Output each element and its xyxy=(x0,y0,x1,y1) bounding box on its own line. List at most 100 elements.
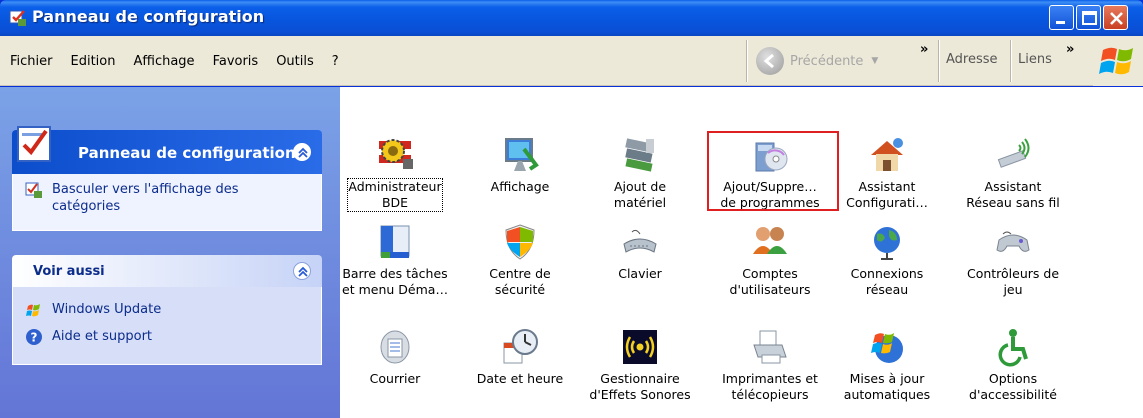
item-assistant-configuration[interactable]: Assistant Configurati… xyxy=(827,131,947,219)
item-administrateur-bde[interactable]: Administrateur BDE xyxy=(335,131,455,219)
windows-logo xyxy=(1093,36,1143,86)
keyboard-icon xyxy=(623,229,657,253)
item-label: Assistant Configurati… xyxy=(846,179,928,210)
close-icon xyxy=(1110,12,1123,25)
item-barre-des-taches[interactable]: Barre des tâches et menu Déma… xyxy=(335,218,455,306)
wireless-network-icon xyxy=(997,138,1030,168)
back-arrow-icon xyxy=(756,47,784,75)
toolbar-separator xyxy=(938,40,940,82)
task-pane: Panneau de configuration Basculer vers l… xyxy=(0,87,340,418)
taskbar-start-menu-icon xyxy=(380,225,410,258)
back-dropdown-icon[interactable]: ▼ xyxy=(871,56,878,66)
item-label: Contrôleurs de jeu xyxy=(966,266,1060,297)
see-also-box: Voir aussi Windows Update ? Aide et supp… xyxy=(12,255,322,375)
item-controleurs-de-jeu[interactable]: Contrôleurs de jeu xyxy=(953,218,1073,306)
item-date-et-heure[interactable]: Date et heure xyxy=(460,323,580,411)
category-view-icon xyxy=(25,182,42,198)
menu-items: Fichier Edition Affichage Favoris Outils… xyxy=(0,36,348,86)
toolbar-chevron-icon[interactable]: » xyxy=(920,42,928,57)
printer-fax-icon xyxy=(753,330,787,364)
menu-bar: Fichier Edition Affichage Favoris Outils… xyxy=(0,36,1143,86)
links-label[interactable]: Liens xyxy=(1018,52,1052,67)
clock-calendar-icon xyxy=(503,329,538,364)
toolbar-separator xyxy=(746,40,748,82)
mail-icon xyxy=(380,330,410,364)
close-button[interactable] xyxy=(1103,5,1128,30)
item-gestionnaire-effets-sonores[interactable]: Gestionnaire d'Effets Sonores xyxy=(580,323,700,411)
checklist-icon xyxy=(17,126,51,162)
add-hardware-icon xyxy=(625,138,654,172)
minimize-button[interactable] xyxy=(1049,5,1074,30)
control-panel-box-title: Panneau de configuration xyxy=(78,144,296,162)
item-label: Centre de sécurité xyxy=(489,266,551,297)
control-panel-box-header[interactable]: Panneau de configuration xyxy=(12,130,322,174)
help-icon: ? xyxy=(26,329,42,345)
item-ajout-materiel[interactable]: Ajout de matériel xyxy=(580,131,700,219)
item-affichage[interactable]: Affichage xyxy=(460,131,580,219)
back-label: Précédente xyxy=(790,53,864,69)
item-label: Courrier xyxy=(369,371,421,386)
item-label: Assistant Réseau sans fil xyxy=(966,179,1060,210)
back-button[interactable]: Précédente ▼ xyxy=(756,44,878,78)
item-clavier[interactable]: Clavier xyxy=(580,218,700,306)
item-label: Administrateur BDE xyxy=(347,178,443,212)
help-support-label: Aide et support xyxy=(52,329,153,344)
windows-update-link[interactable]: Windows Update xyxy=(25,301,161,319)
item-label: Ajout de matériel xyxy=(613,179,667,210)
title-bar[interactable]: Panneau de configuration xyxy=(0,0,1143,36)
item-label: Comptes d'utilisateurs xyxy=(729,266,811,297)
switch-view-line2: catégories xyxy=(52,199,121,214)
accessibility-icon xyxy=(998,329,1028,367)
svg-text:?: ? xyxy=(31,331,38,345)
item-centre-de-securite[interactable]: Centre de sécurité xyxy=(460,218,580,306)
security-shield-icon xyxy=(505,224,535,260)
item-label: Options d'accessibilité xyxy=(969,371,1057,402)
menu-favoris[interactable]: Favoris xyxy=(204,54,268,69)
item-mises-a-jour-automatiques[interactable]: Mises à jour automatiques xyxy=(827,323,947,411)
item-assistant-reseau-sans-fil[interactable]: Assistant Réseau sans fil xyxy=(953,131,1073,219)
menu-affichage[interactable]: Affichage xyxy=(124,54,203,69)
switch-view-line1: Basculer vers l'affichage des xyxy=(52,182,239,197)
menu-outils[interactable]: Outils xyxy=(267,54,323,69)
maximize-icon xyxy=(1082,11,1097,25)
minimize-icon xyxy=(1056,21,1065,24)
toolbar-separator xyxy=(1010,40,1012,82)
item-connexions-reseau[interactable]: Connexions réseau xyxy=(827,218,947,306)
menu-edition[interactable]: Edition xyxy=(62,54,125,69)
automatic-updates-icon xyxy=(871,333,903,363)
item-label: Imprimantes et télécopieurs xyxy=(722,371,818,402)
item-label: Affichage xyxy=(490,179,550,194)
maximize-button[interactable] xyxy=(1076,5,1101,30)
windows-update-icon xyxy=(26,304,40,317)
address-label[interactable]: Adresse xyxy=(946,52,998,67)
see-also-collapse-icon[interactable] xyxy=(293,262,311,280)
links-chevron-icon[interactable]: » xyxy=(1066,42,1074,57)
menu-help[interactable]: ? xyxy=(323,54,348,69)
item-label: Connexions réseau xyxy=(850,266,924,297)
control-panel-icon xyxy=(9,10,26,26)
collapse-chevron-icon[interactable] xyxy=(293,143,311,161)
user-accounts-icon xyxy=(753,227,787,254)
control-panel-window: Panneau de configuration Fichier Edition… xyxy=(0,0,1143,418)
windows-update-label: Windows Update xyxy=(52,302,162,317)
see-also-title: Voir aussi xyxy=(33,264,105,279)
item-label: Gestionnaire d'Effets Sonores xyxy=(589,371,691,402)
item-label: Mises à jour automatiques xyxy=(843,371,931,402)
see-also-body: Windows Update ? Aide et support xyxy=(12,287,322,365)
switch-view-text: Basculer vers l'affichage des catégories xyxy=(52,181,239,215)
windows-flag-icon xyxy=(1099,47,1133,75)
window-title: Panneau de configuration xyxy=(32,7,265,26)
see-also-header[interactable]: Voir aussi xyxy=(12,255,322,287)
selection-highlight-box xyxy=(707,131,839,211)
item-comptes-utilisateurs[interactable]: Comptes d'utilisateurs xyxy=(710,218,830,306)
bde-admin-icon xyxy=(379,139,413,169)
sound-effects-icon xyxy=(623,330,657,364)
item-courrier[interactable]: Courrier xyxy=(335,323,455,411)
help-support-link[interactable]: ? Aide et support xyxy=(25,328,152,346)
network-connections-icon xyxy=(874,227,900,260)
switch-category-view-link[interactable]: Basculer vers l'affichage des catégories xyxy=(25,181,239,215)
display-icon xyxy=(505,138,539,171)
item-imprimantes-telecopieurs[interactable]: Imprimantes et télécopieurs xyxy=(710,323,830,411)
item-options-accessibilite[interactable]: Options d'accessibilité xyxy=(953,323,1073,411)
menu-fichier[interactable]: Fichier xyxy=(0,54,62,69)
